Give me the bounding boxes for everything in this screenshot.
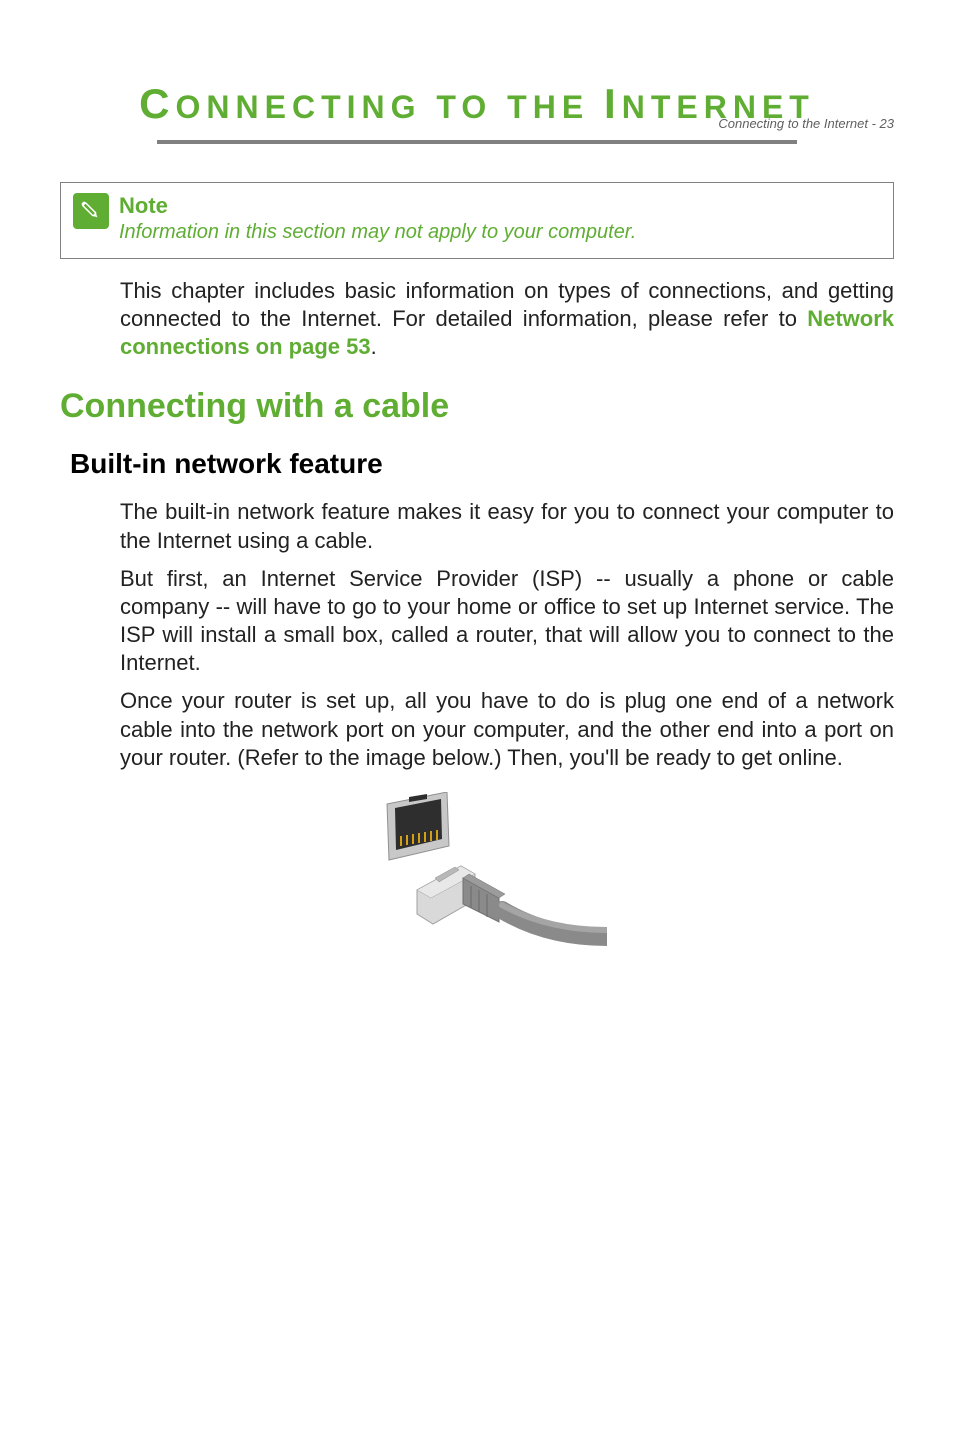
title-middle: TO THE	[422, 89, 605, 125]
ethernet-illustration	[347, 792, 607, 992]
title-underline	[157, 140, 797, 144]
section-heading-cable: Connecting with a cable	[60, 387, 894, 426]
note-title: Note	[119, 193, 881, 219]
running-head: Connecting to the Internet - 23	[718, 116, 894, 131]
body-paragraph-2: But first, an Internet Service Provider …	[120, 565, 894, 678]
note-body: Information in this section may not appl…	[119, 221, 881, 244]
body-paragraph-3: Once your router is set up, all you have…	[120, 687, 894, 771]
body-paragraph-1: The built-in network feature makes it ea…	[120, 498, 894, 554]
title-cap-i: I	[604, 80, 622, 127]
title-cap-c: C	[139, 80, 175, 127]
intro-text-before: This chapter includes basic information …	[120, 278, 894, 331]
subsection-heading-builtin: Built-in network feature	[70, 448, 894, 480]
note-content: Note Information in this section may not…	[119, 193, 881, 244]
title-rest-1: ONNECTING	[176, 89, 422, 125]
pencil-note-icon	[73, 193, 109, 229]
intro-text-after: .	[371, 334, 377, 359]
intro-paragraph: This chapter includes basic information …	[120, 277, 894, 361]
note-box: Note Information in this section may not…	[60, 182, 894, 259]
